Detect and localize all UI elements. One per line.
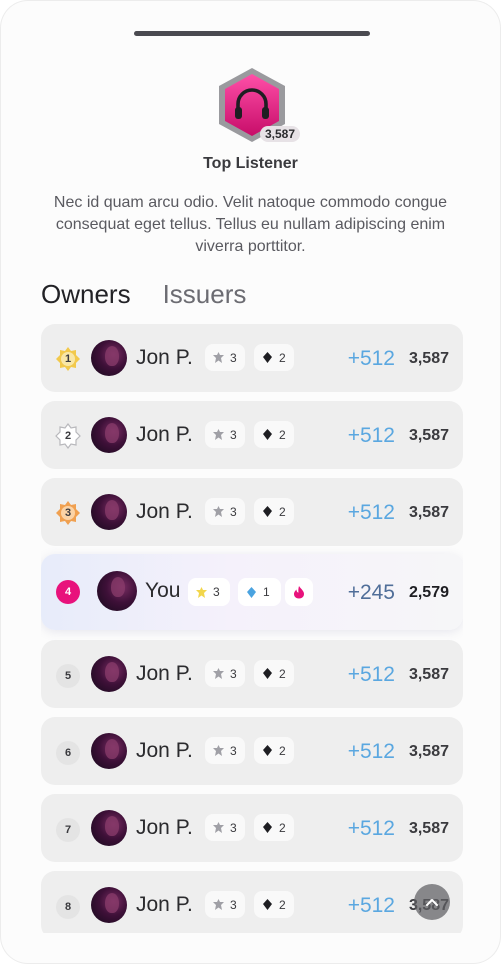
stat-chip: 3 bbox=[188, 578, 230, 606]
user-name: Jon P. bbox=[136, 816, 193, 839]
diamond-icon bbox=[263, 429, 272, 440]
stat-chip: 1 bbox=[238, 578, 281, 606]
avatar bbox=[91, 887, 127, 923]
tab-issuers[interactable]: Issuers bbox=[163, 278, 247, 312]
stat-chip: 2 bbox=[254, 814, 294, 841]
score-gain: +512 bbox=[347, 817, 395, 840]
stat-chip: 2 bbox=[254, 344, 294, 371]
leaderboard-row[interactable]: 7 Jon P. 3 2 +512 3,587 bbox=[41, 794, 463, 862]
score: 3,587 bbox=[408, 504, 449, 521]
stat-chip: 3 bbox=[205, 660, 245, 687]
leaderboard-row[interactable]: 1 Jon P. 3 2 +512 3,587 bbox=[41, 324, 463, 392]
score: 3,587 bbox=[408, 666, 449, 683]
user-name: You bbox=[145, 579, 181, 602]
rank-number: 5 bbox=[56, 664, 80, 688]
avatar bbox=[91, 494, 127, 530]
diamond-icon bbox=[263, 668, 272, 679]
puzzle-icon bbox=[213, 352, 224, 363]
user-name: Jon P. bbox=[136, 893, 193, 916]
stat-chip: 3 bbox=[205, 344, 245, 371]
stat-chip: 3 bbox=[205, 421, 245, 448]
score: 3,587 bbox=[408, 427, 449, 444]
chevron-up-icon bbox=[426, 898, 438, 906]
badge-count: 3,587 bbox=[260, 126, 301, 142]
puzzle-icon bbox=[213, 668, 224, 679]
user-name: Jon P. bbox=[136, 662, 193, 685]
user-name: Jon P. bbox=[136, 423, 193, 446]
rank-number: 7 bbox=[56, 818, 80, 842]
badge-title: Top Listener bbox=[203, 155, 298, 172]
leaderboard-list: 1 Jon P. 3 2 +512 3,587 2 Jon P. 3 2 +51… bbox=[41, 324, 463, 933]
score-gain: +512 bbox=[347, 663, 395, 686]
diamond-icon bbox=[263, 745, 272, 756]
user-name: Jon P. bbox=[136, 346, 193, 369]
puzzle-icon bbox=[213, 745, 224, 756]
score-gain: +512 bbox=[347, 501, 395, 524]
stat-chip: 3 bbox=[205, 814, 245, 841]
puzzle-icon bbox=[213, 899, 224, 910]
tab-owners[interactable]: Owners bbox=[41, 278, 131, 312]
score: 3,587 bbox=[408, 350, 449, 367]
score: 3,587 bbox=[408, 743, 449, 760]
leaderboard-row[interactable]: 5 Jon P. 3 2 +512 3,587 bbox=[41, 640, 463, 708]
avatar bbox=[91, 656, 127, 692]
avatar bbox=[97, 571, 137, 611]
diamond-icon bbox=[263, 352, 272, 363]
leaderboard-sheet: 3,587 Top Listener Nec id quam arcu odio… bbox=[0, 0, 501, 964]
puzzle-icon bbox=[213, 822, 224, 833]
stat-chip bbox=[285, 578, 313, 606]
stat-chip: 3 bbox=[205, 891, 245, 918]
stat-chip: 2 bbox=[254, 660, 294, 687]
score-gain: +512 bbox=[347, 740, 395, 763]
score-gain: +512 bbox=[347, 424, 395, 447]
scroll-to-top-button[interactable] bbox=[414, 884, 450, 920]
stat-chip: 3 bbox=[205, 737, 245, 764]
puzzle-icon bbox=[213, 429, 224, 440]
leaderboard-row-current-user[interactable]: 4 You 3 1 +245 2,579 bbox=[41, 554, 463, 630]
rank-number: 1 bbox=[64, 353, 72, 365]
diamond-icon bbox=[263, 822, 272, 833]
score: 3,587 bbox=[408, 820, 449, 837]
user-name: Jon P. bbox=[136, 500, 193, 523]
puzzle-icon bbox=[213, 506, 224, 517]
score-gain: +512 bbox=[347, 347, 395, 370]
score-gain: +245 bbox=[347, 581, 395, 604]
stat-chip: 3 bbox=[205, 498, 245, 525]
stat-chip: 2 bbox=[254, 421, 294, 448]
flame-icon bbox=[294, 586, 304, 599]
avatar bbox=[91, 733, 127, 769]
sheet-drag-handle[interactable] bbox=[134, 31, 370, 36]
user-name: Jon P. bbox=[136, 739, 193, 762]
badge-description: Nec id quam arcu odio. Velit natoque com… bbox=[53, 194, 448, 255]
avatar bbox=[91, 340, 127, 376]
bronze-rank-icon: 3 bbox=[55, 500, 81, 526]
leaderboard-row[interactable]: 2 Jon P. 3 2 +512 3,587 bbox=[41, 401, 463, 469]
stat-chip: 2 bbox=[254, 891, 294, 918]
score-gain: +512 bbox=[347, 894, 395, 917]
gold-rank-icon: 1 bbox=[55, 346, 81, 372]
rank-number: 6 bbox=[56, 741, 80, 765]
leaderboard-row[interactable]: 6 Jon P. 3 2 +512 3,587 bbox=[41, 717, 463, 785]
tab-bar: Owners Issuers bbox=[41, 278, 246, 312]
score: 2,579 bbox=[408, 584, 449, 601]
diamond-icon bbox=[263, 506, 272, 517]
rank-number: 4 bbox=[56, 580, 80, 604]
rank-number: 2 bbox=[64, 430, 72, 442]
badge: 3,587 bbox=[216, 66, 301, 150]
diamond-icon bbox=[247, 586, 256, 598]
rank-number: 3 bbox=[64, 507, 72, 519]
diamond-icon bbox=[263, 899, 272, 910]
avatar bbox=[91, 810, 127, 846]
leaderboard-row[interactable]: 8 Jon P. 3 2 +512 3,587 bbox=[41, 871, 463, 933]
stat-chip: 2 bbox=[254, 498, 294, 525]
leaderboard-row[interactable]: 3 Jon P. 3 2 +512 3,587 bbox=[41, 478, 463, 546]
stat-chip: 2 bbox=[254, 737, 294, 764]
avatar bbox=[91, 417, 127, 453]
rank-number: 8 bbox=[56, 895, 80, 919]
puzzle-icon bbox=[196, 586, 207, 598]
silver-rank-icon: 2 bbox=[55, 423, 81, 449]
